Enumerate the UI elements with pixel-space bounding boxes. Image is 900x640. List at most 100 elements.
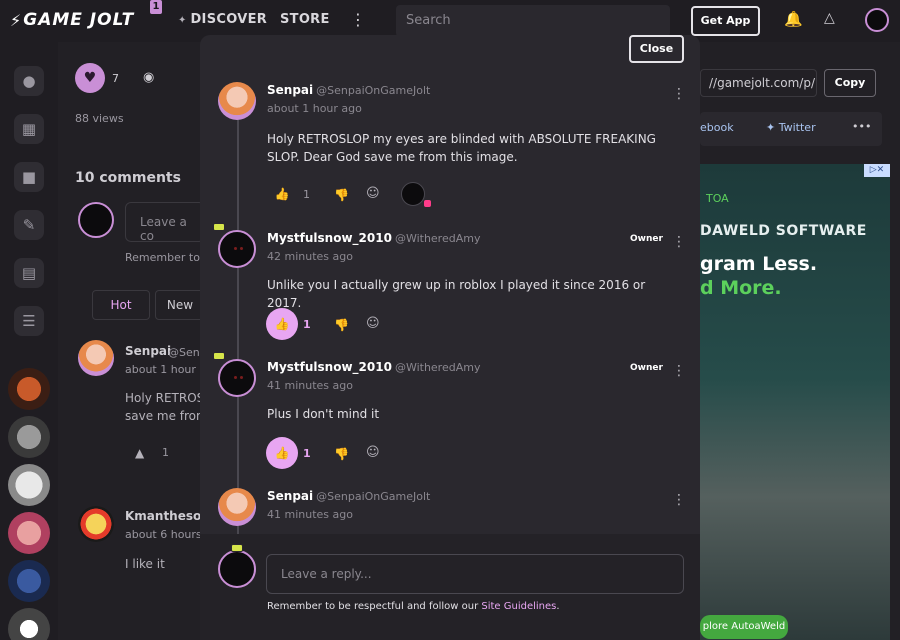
close-button[interactable]: Close	[629, 35, 684, 63]
heart-like-button[interactable]: ♥	[75, 63, 105, 93]
facebook-link[interactable]: ebook	[700, 121, 734, 134]
comment-author-name[interactable]: Senpai	[125, 344, 171, 358]
community-avatar[interactable]	[8, 512, 50, 554]
game-jolt-logo[interactable]: ⚡ GAME JOLT	[10, 10, 134, 30]
twitter-link[interactable]: ✦ Twitter	[766, 121, 816, 134]
notification-count-badge[interactable]: 1	[150, 0, 162, 14]
comment-author[interactable]: Senpai @SenpaiOnGameJolt	[267, 489, 430, 503]
backpack-icon[interactable]: ■	[14, 162, 44, 192]
comment-author-name: Mystfulsnow_2010	[267, 360, 392, 374]
comment-options-icon[interactable]: ⋮	[672, 86, 686, 102]
comment-thread-modal: Close Senpai @SenpaiOnGameJolt about 1 ho…	[200, 35, 700, 640]
bell-icon[interactable]: 🔔	[784, 10, 803, 28]
reply-input[interactable]: Leave a reply...	[266, 554, 684, 594]
advertisement[interactable]: ▷✕ TOA DAWELD SOFTWARE gram Less. d More…	[700, 164, 890, 640]
thumbs-down-icon[interactable]: 👎	[334, 447, 349, 461]
comment-text: Unlike you I actually grew up in roblox …	[267, 278, 646, 310]
community-avatar[interactable]	[8, 464, 50, 506]
owner-badge: Owner	[630, 363, 663, 373]
tab-hot[interactable]: Hot	[92, 290, 150, 320]
logo-text: GAME JOLT	[23, 10, 135, 30]
comment-text: I like it	[125, 557, 165, 571]
quests-icon[interactable]: △	[824, 10, 835, 26]
comment-like-count[interactable]: 1	[303, 318, 311, 331]
nav-discover[interactable]: ✦ DISCOVER	[178, 12, 267, 27]
chat-icon[interactable]: ▤	[14, 258, 44, 288]
thumbs-up-icon[interactable]: 👍	[266, 437, 298, 469]
get-app-button[interactable]: Get App	[691, 6, 760, 36]
comment-text: Holy RETROSLOP my eyes are blinded with …	[267, 132, 656, 164]
crown-icon	[213, 352, 225, 360]
home-icon[interactable]: ●	[14, 66, 44, 96]
comment-time: about 1 hour ago	[267, 102, 362, 115]
share-url-field[interactable]: //gamejolt.com/p/like	[700, 69, 817, 97]
share-icon[interactable]: ◉	[143, 70, 154, 85]
comment-like-count[interactable]: 1	[303, 447, 311, 460]
comment-avatar[interactable]	[218, 230, 256, 268]
comment-guidelines-note: Remember to b	[125, 251, 211, 264]
add-reaction-icon[interactable]: ☺	[366, 186, 380, 201]
ad-cta-button[interactable]: plore AutoaWeld	[700, 615, 788, 639]
comment-author-avatar	[78, 202, 114, 238]
left-sidebar: ● ▦ ■ ✎ ▤ ☰	[0, 42, 58, 640]
more-share-icon[interactable]: •••	[852, 120, 871, 133]
comment-options-icon[interactable]: ⋮	[672, 234, 686, 250]
community-avatar[interactable]	[8, 416, 50, 458]
user-avatar	[218, 550, 256, 588]
community-avatar[interactable]	[8, 368, 50, 410]
comment-author-handle: @SenpaiOnGameJolt	[316, 84, 431, 97]
user-avatar[interactable]	[865, 8, 889, 32]
crown-icon	[231, 544, 243, 552]
comment-avatar[interactable]	[218, 82, 256, 120]
comment-avatar[interactable]	[78, 506, 114, 542]
reply-composer: Leave a reply... Remember to be respectf…	[200, 534, 700, 640]
brush-icon[interactable]: ✎	[14, 210, 44, 240]
comment-time: 41 minutes ago	[267, 508, 353, 521]
comment-author-name: Senpai	[267, 83, 314, 97]
comment-author-handle: @WitheredAmy	[394, 232, 481, 245]
comment-author-name: Senpai	[267, 489, 314, 503]
ad-headline: DAWELD SOFTWARE	[700, 223, 867, 239]
comment-author-name: Mystfulsnow_2010	[267, 231, 392, 245]
comment-like-count[interactable]: 1	[303, 188, 310, 201]
thread-connector-line	[237, 118, 239, 538]
ad-tagline: gram Less.	[700, 253, 818, 275]
comment-avatar[interactable]	[218, 488, 256, 526]
thumbs-down-icon[interactable]: 👎	[334, 318, 349, 332]
thumbs-down-icon[interactable]: 👎	[334, 188, 349, 202]
site-guidelines-link[interactable]: Site Guidelines	[481, 601, 556, 612]
thumbs-up-icon[interactable]: 👍	[266, 178, 298, 210]
reply-note-end: .	[556, 601, 560, 612]
comment-avatar[interactable]	[78, 340, 114, 376]
library-icon[interactable]: ☰	[14, 306, 44, 336]
share-links: ebook ✦ Twitter •••	[700, 112, 882, 146]
add-reaction-icon[interactable]: ☺	[366, 445, 380, 460]
thumbs-up-icon[interactable]: 👍	[266, 308, 298, 340]
comments-heading: 10 comments	[75, 170, 181, 186]
tab-new[interactable]: New	[155, 290, 205, 320]
comment-text: save me from	[125, 409, 208, 423]
reaction-avatar[interactable]	[401, 182, 425, 206]
community-avatar[interactable]	[8, 560, 50, 602]
ad-brand: TOA	[706, 192, 729, 205]
more-menu-icon[interactable]: ⋮	[350, 10, 366, 29]
copy-button[interactable]: Copy	[824, 69, 876, 97]
comment-like-count: 1	[162, 446, 169, 459]
add-reaction-icon[interactable]: ☺	[366, 316, 380, 331]
comment-author[interactable]: Mystfulsnow_2010 @WitheredAmy	[267, 231, 480, 245]
comment-time: 41 minutes ago	[267, 379, 353, 392]
comment-avatar[interactable]	[218, 359, 256, 397]
comment-options-icon[interactable]: ⋮	[672, 492, 686, 508]
comment-author[interactable]: Senpai @SenpaiOnGameJolt	[267, 83, 430, 97]
reply-guidelines-note: Remember to be respectful and follow our…	[267, 601, 560, 612]
nav-store[interactable]: STORE	[280, 12, 330, 27]
community-avatar[interactable]	[8, 608, 50, 640]
search-input[interactable]: Search	[396, 5, 670, 37]
bolt-icon: ⚡	[10, 10, 22, 30]
store-icon[interactable]: ▦	[14, 114, 44, 144]
ad-choices-icon[interactable]: ▷✕	[864, 164, 890, 177]
comment-input[interactable]: Leave a co	[125, 202, 205, 243]
thumbs-up-icon[interactable]: ▲	[135, 446, 144, 460]
comment-options-icon[interactable]: ⋮	[672, 363, 686, 379]
comment-author[interactable]: Mystfulsnow_2010 @WitheredAmy	[267, 360, 480, 374]
